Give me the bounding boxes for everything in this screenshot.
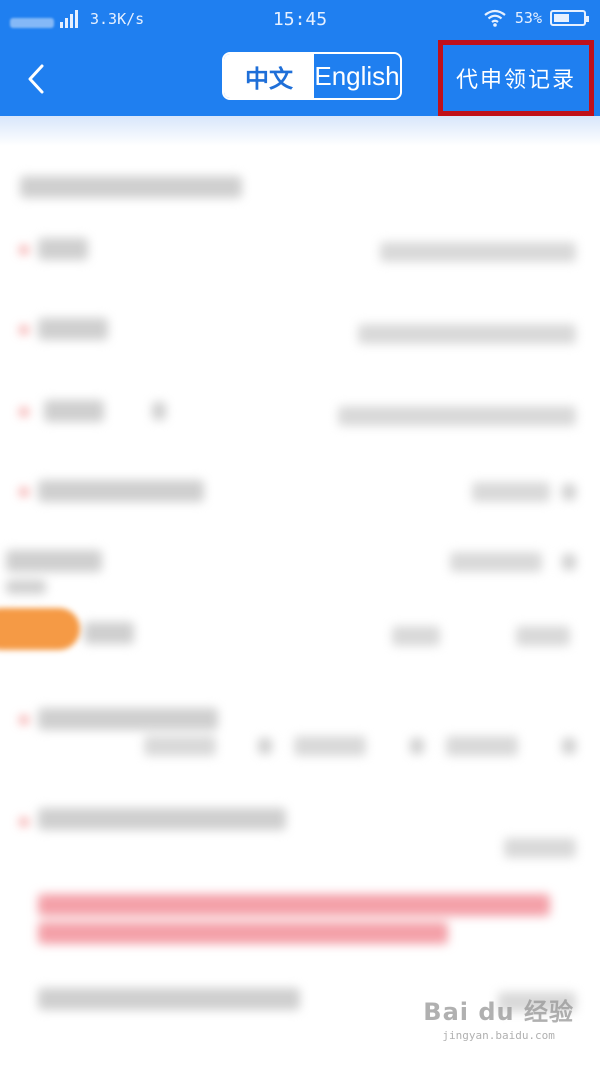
lang-option-english[interactable]: English	[314, 54, 400, 98]
battery-icon	[550, 10, 589, 26]
watermark-main: Bai du 经验	[423, 998, 574, 1026]
status-bar: 3.3K/s 15:45 53%	[0, 0, 600, 40]
chevron-left-icon	[28, 64, 44, 94]
baidu-jingyan-watermark: Bai du 经验 jingyan.baidu.com	[423, 992, 574, 1042]
watermark-sub: jingyan.baidu.com	[442, 1029, 555, 1042]
app-header: 中文 English 代申领记录	[0, 40, 600, 116]
lang-option-chinese[interactable]: 中文	[224, 54, 314, 98]
battery-percent: 53%	[514, 9, 542, 27]
blurred-form	[0, 116, 600, 1066]
proxy-application-record-button[interactable]: 代申领记录	[438, 40, 594, 116]
wifi-icon	[484, 9, 506, 27]
form-content-blurred	[0, 116, 600, 1066]
language-toggle: 中文 English	[222, 52, 402, 100]
floating-action-badge[interactable]	[0, 608, 80, 650]
status-right: 53%	[483, 9, 589, 27]
back-button[interactable]	[22, 62, 52, 96]
battery-fill	[554, 14, 569, 22]
